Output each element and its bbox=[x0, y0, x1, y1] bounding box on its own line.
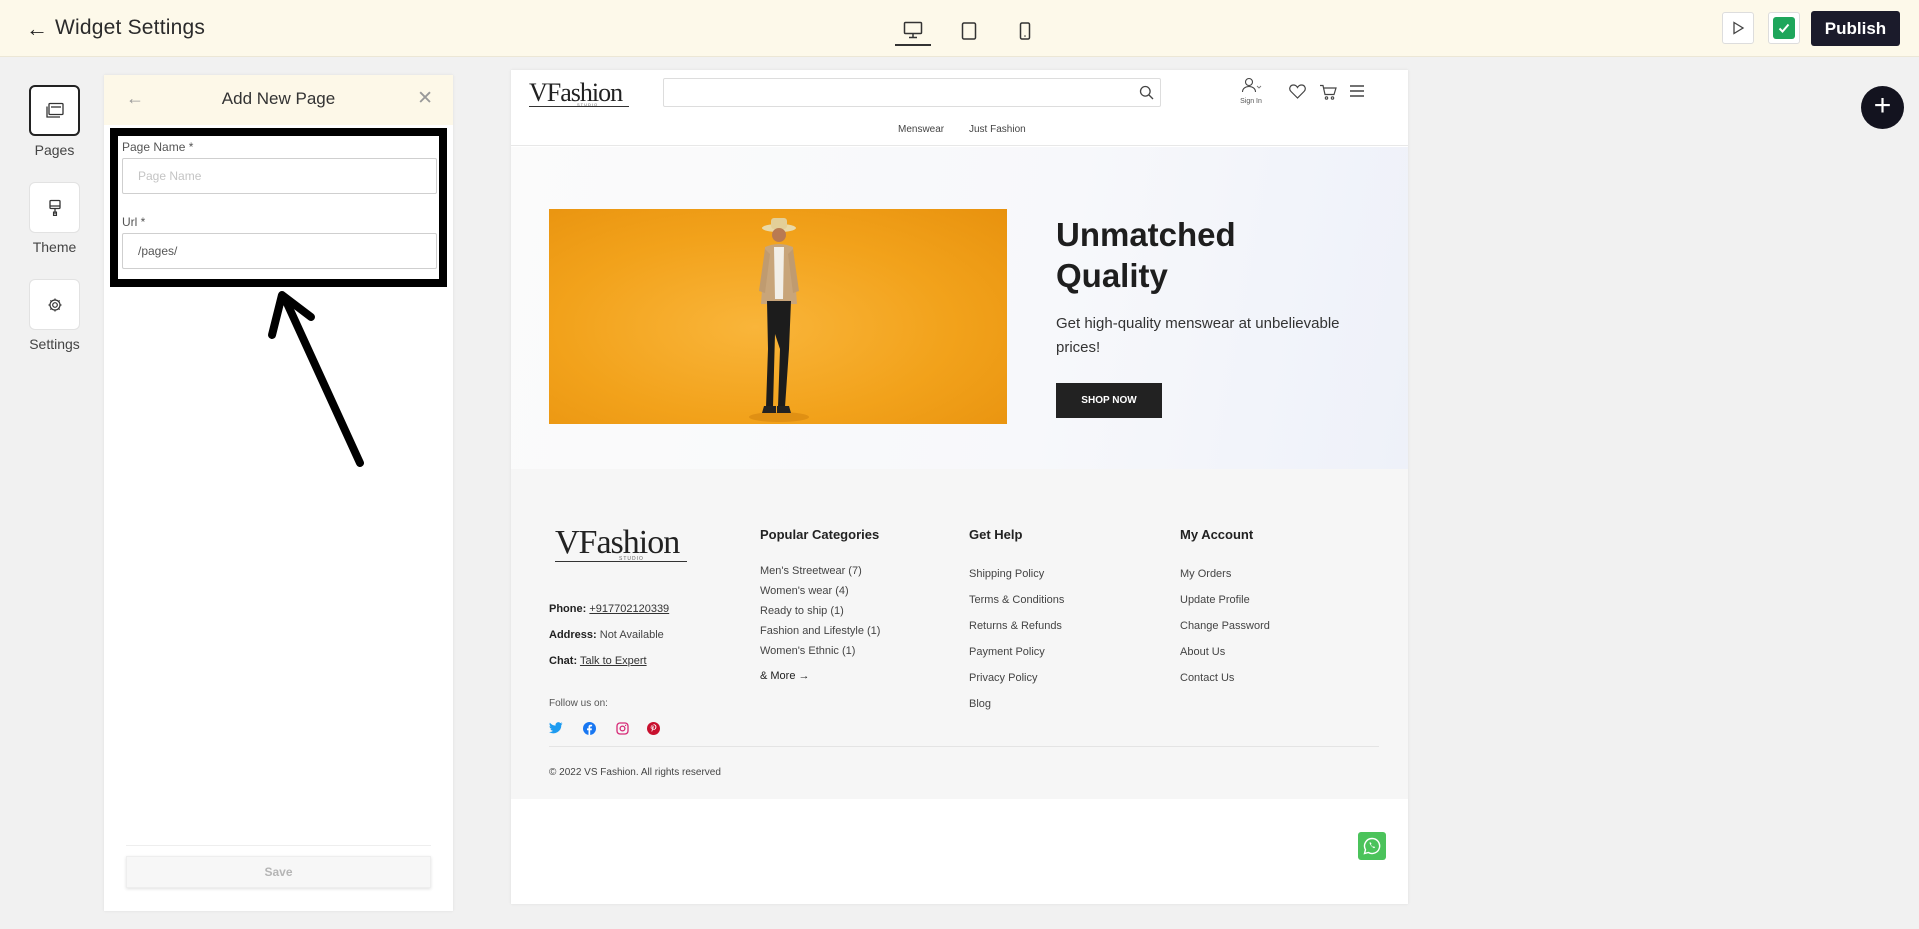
page-title: Widget Settings bbox=[55, 16, 206, 39]
nav-just-fashion[interactable]: Just Fashion bbox=[969, 124, 1026, 135]
cart-icon[interactable] bbox=[1319, 84, 1337, 100]
footer-link[interactable]: Shipping Policy bbox=[969, 568, 1044, 580]
footer-link[interactable]: Terms & Conditions bbox=[969, 594, 1064, 606]
footer-link[interactable]: Returns & Refunds bbox=[969, 620, 1062, 632]
sign-in-button[interactable]: Sign In bbox=[1240, 77, 1262, 105]
site-preview: VFashion STUDIO Sign In Menswear Just Fa… bbox=[511, 70, 1408, 904]
model-figure bbox=[749, 218, 809, 422]
user-icon bbox=[1241, 77, 1262, 93]
rail-item-pages[interactable]: Pages bbox=[28, 85, 81, 158]
save-draft-button[interactable] bbox=[1768, 12, 1800, 44]
more-label: & More bbox=[760, 670, 796, 682]
footer-logo-sub: STUDIO bbox=[619, 556, 644, 562]
chat-label: Chat: bbox=[549, 655, 578, 667]
copyright: © 2022 VS Fashion. All rights reserved bbox=[549, 767, 721, 778]
desktop-view-button[interactable] bbox=[895, 16, 931, 46]
footer-link[interactable]: Women's Ethnic (1) bbox=[760, 645, 855, 657]
footer-chat: Chat: Talk to Expert bbox=[549, 655, 647, 667]
hero-banner: Unmatched Quality Get high-quality mensw… bbox=[511, 147, 1408, 469]
nav-menswear[interactable]: Menswear bbox=[898, 124, 944, 135]
footer-col-title-categories: Popular Categories bbox=[760, 527, 880, 542]
rail-box-theme bbox=[29, 182, 80, 233]
annotation-arrow bbox=[268, 291, 364, 467]
address-label: Address: bbox=[549, 629, 597, 641]
rail-label-settings: Settings bbox=[29, 336, 80, 352]
site-header: VFashion STUDIO Sign In Menswear Just Fa… bbox=[511, 70, 1408, 146]
play-icon bbox=[1733, 21, 1745, 35]
sign-in-label: Sign In bbox=[1240, 98, 1262, 105]
brush-icon bbox=[48, 199, 61, 216]
hero-heading: Unmatched Quality bbox=[1056, 216, 1236, 294]
check-icon bbox=[1773, 17, 1795, 39]
facebook-icon[interactable] bbox=[583, 722, 596, 735]
site-footer: VFashion STUDIO Phone: +917702120339 Add… bbox=[511, 469, 1408, 799]
add-page-panel: ← Add New Page ✕ Page Name * Url * Save bbox=[104, 75, 453, 911]
phone-link[interactable]: +917702120339 bbox=[589, 603, 669, 615]
rail-label-pages: Pages bbox=[34, 142, 75, 158]
hero-subheading: Get high-quality menswear at unbelievabl… bbox=[1056, 315, 1340, 356]
back-arrow-icon[interactable]: ← bbox=[26, 16, 48, 42]
rail-box-settings bbox=[29, 279, 80, 330]
rail-label-theme: Theme bbox=[32, 239, 77, 255]
pages-icon bbox=[45, 102, 64, 118]
gear-icon bbox=[48, 298, 61, 311]
footer-logo[interactable]: VFashion bbox=[555, 524, 680, 562]
footer-phone: Phone: +917702120339 bbox=[549, 603, 669, 615]
chat-link[interactable]: Talk to Expert bbox=[580, 655, 647, 667]
footer-link[interactable]: Ready to ship (1) bbox=[760, 605, 844, 617]
footer-link[interactable]: Women's wear (4) bbox=[760, 585, 849, 597]
footer-col-title-help: Get Help bbox=[969, 527, 1023, 542]
address-value: Not Available bbox=[599, 629, 664, 641]
tablet-view-button[interactable] bbox=[951, 16, 987, 46]
site-search-input[interactable] bbox=[663, 78, 1161, 107]
twitter-icon[interactable] bbox=[549, 722, 563, 734]
heart-icon[interactable] bbox=[1289, 84, 1306, 99]
footer-link[interactable]: Update Profile bbox=[1180, 594, 1250, 606]
whatsapp-icon bbox=[1363, 837, 1381, 855]
search-icon[interactable] bbox=[1139, 85, 1154, 100]
save-area: Save bbox=[126, 845, 431, 888]
footer-link[interactable]: Change Password bbox=[1180, 620, 1270, 632]
plus-icon: + bbox=[1873, 89, 1892, 122]
footer-link[interactable]: Blog bbox=[969, 698, 991, 710]
rail-box-pages bbox=[29, 85, 80, 136]
footer-link[interactable]: Men's Streetwear (7) bbox=[760, 565, 862, 577]
follow-label: Follow us on: bbox=[549, 698, 608, 709]
footer-link[interactable]: About Us bbox=[1180, 646, 1225, 658]
whatsapp-button[interactable] bbox=[1358, 832, 1386, 860]
publish-button[interactable]: Publish bbox=[1811, 11, 1900, 46]
desktop-icon bbox=[903, 21, 923, 39]
menu-icon[interactable] bbox=[1349, 84, 1365, 98]
preview-button[interactable] bbox=[1722, 12, 1754, 44]
phone-label: Phone: bbox=[549, 603, 587, 615]
footer-divider bbox=[549, 746, 1379, 747]
pinterest-icon[interactable] bbox=[647, 722, 660, 735]
footer-link[interactable]: Contact Us bbox=[1180, 672, 1234, 684]
rail-item-theme[interactable]: Theme bbox=[28, 182, 81, 255]
footer-address: Address: Not Available bbox=[549, 629, 664, 641]
footer-link[interactable]: My Orders bbox=[1180, 568, 1231, 580]
footer-col-title-account: My Account bbox=[1180, 527, 1254, 542]
site-logo[interactable]: VFashion bbox=[529, 78, 623, 108]
hero-image bbox=[549, 209, 1007, 424]
save-button[interactable]: Save bbox=[126, 856, 431, 888]
footer-link[interactable]: Fashion and Lifestyle (1) bbox=[760, 625, 880, 637]
arrow-right-icon: → bbox=[798, 670, 810, 682]
add-widget-button[interactable]: + bbox=[1861, 86, 1904, 129]
instagram-icon[interactable] bbox=[616, 722, 629, 735]
footer-link[interactable]: Privacy Policy bbox=[969, 672, 1037, 684]
shop-now-button[interactable]: SHOP NOW bbox=[1056, 383, 1162, 418]
mobile-view-button[interactable] bbox=[1007, 16, 1043, 46]
logo-sub: STUDIO bbox=[577, 102, 599, 107]
more-categories-link[interactable]: & More → bbox=[760, 670, 810, 682]
mobile-icon bbox=[1019, 22, 1031, 40]
footer-link[interactable]: Payment Policy bbox=[969, 646, 1045, 658]
rail-item-settings[interactable]: Settings bbox=[28, 279, 81, 352]
top-bar: ← Widget Settings Publish bbox=[0, 0, 1919, 57]
tablet-icon bbox=[961, 22, 977, 40]
